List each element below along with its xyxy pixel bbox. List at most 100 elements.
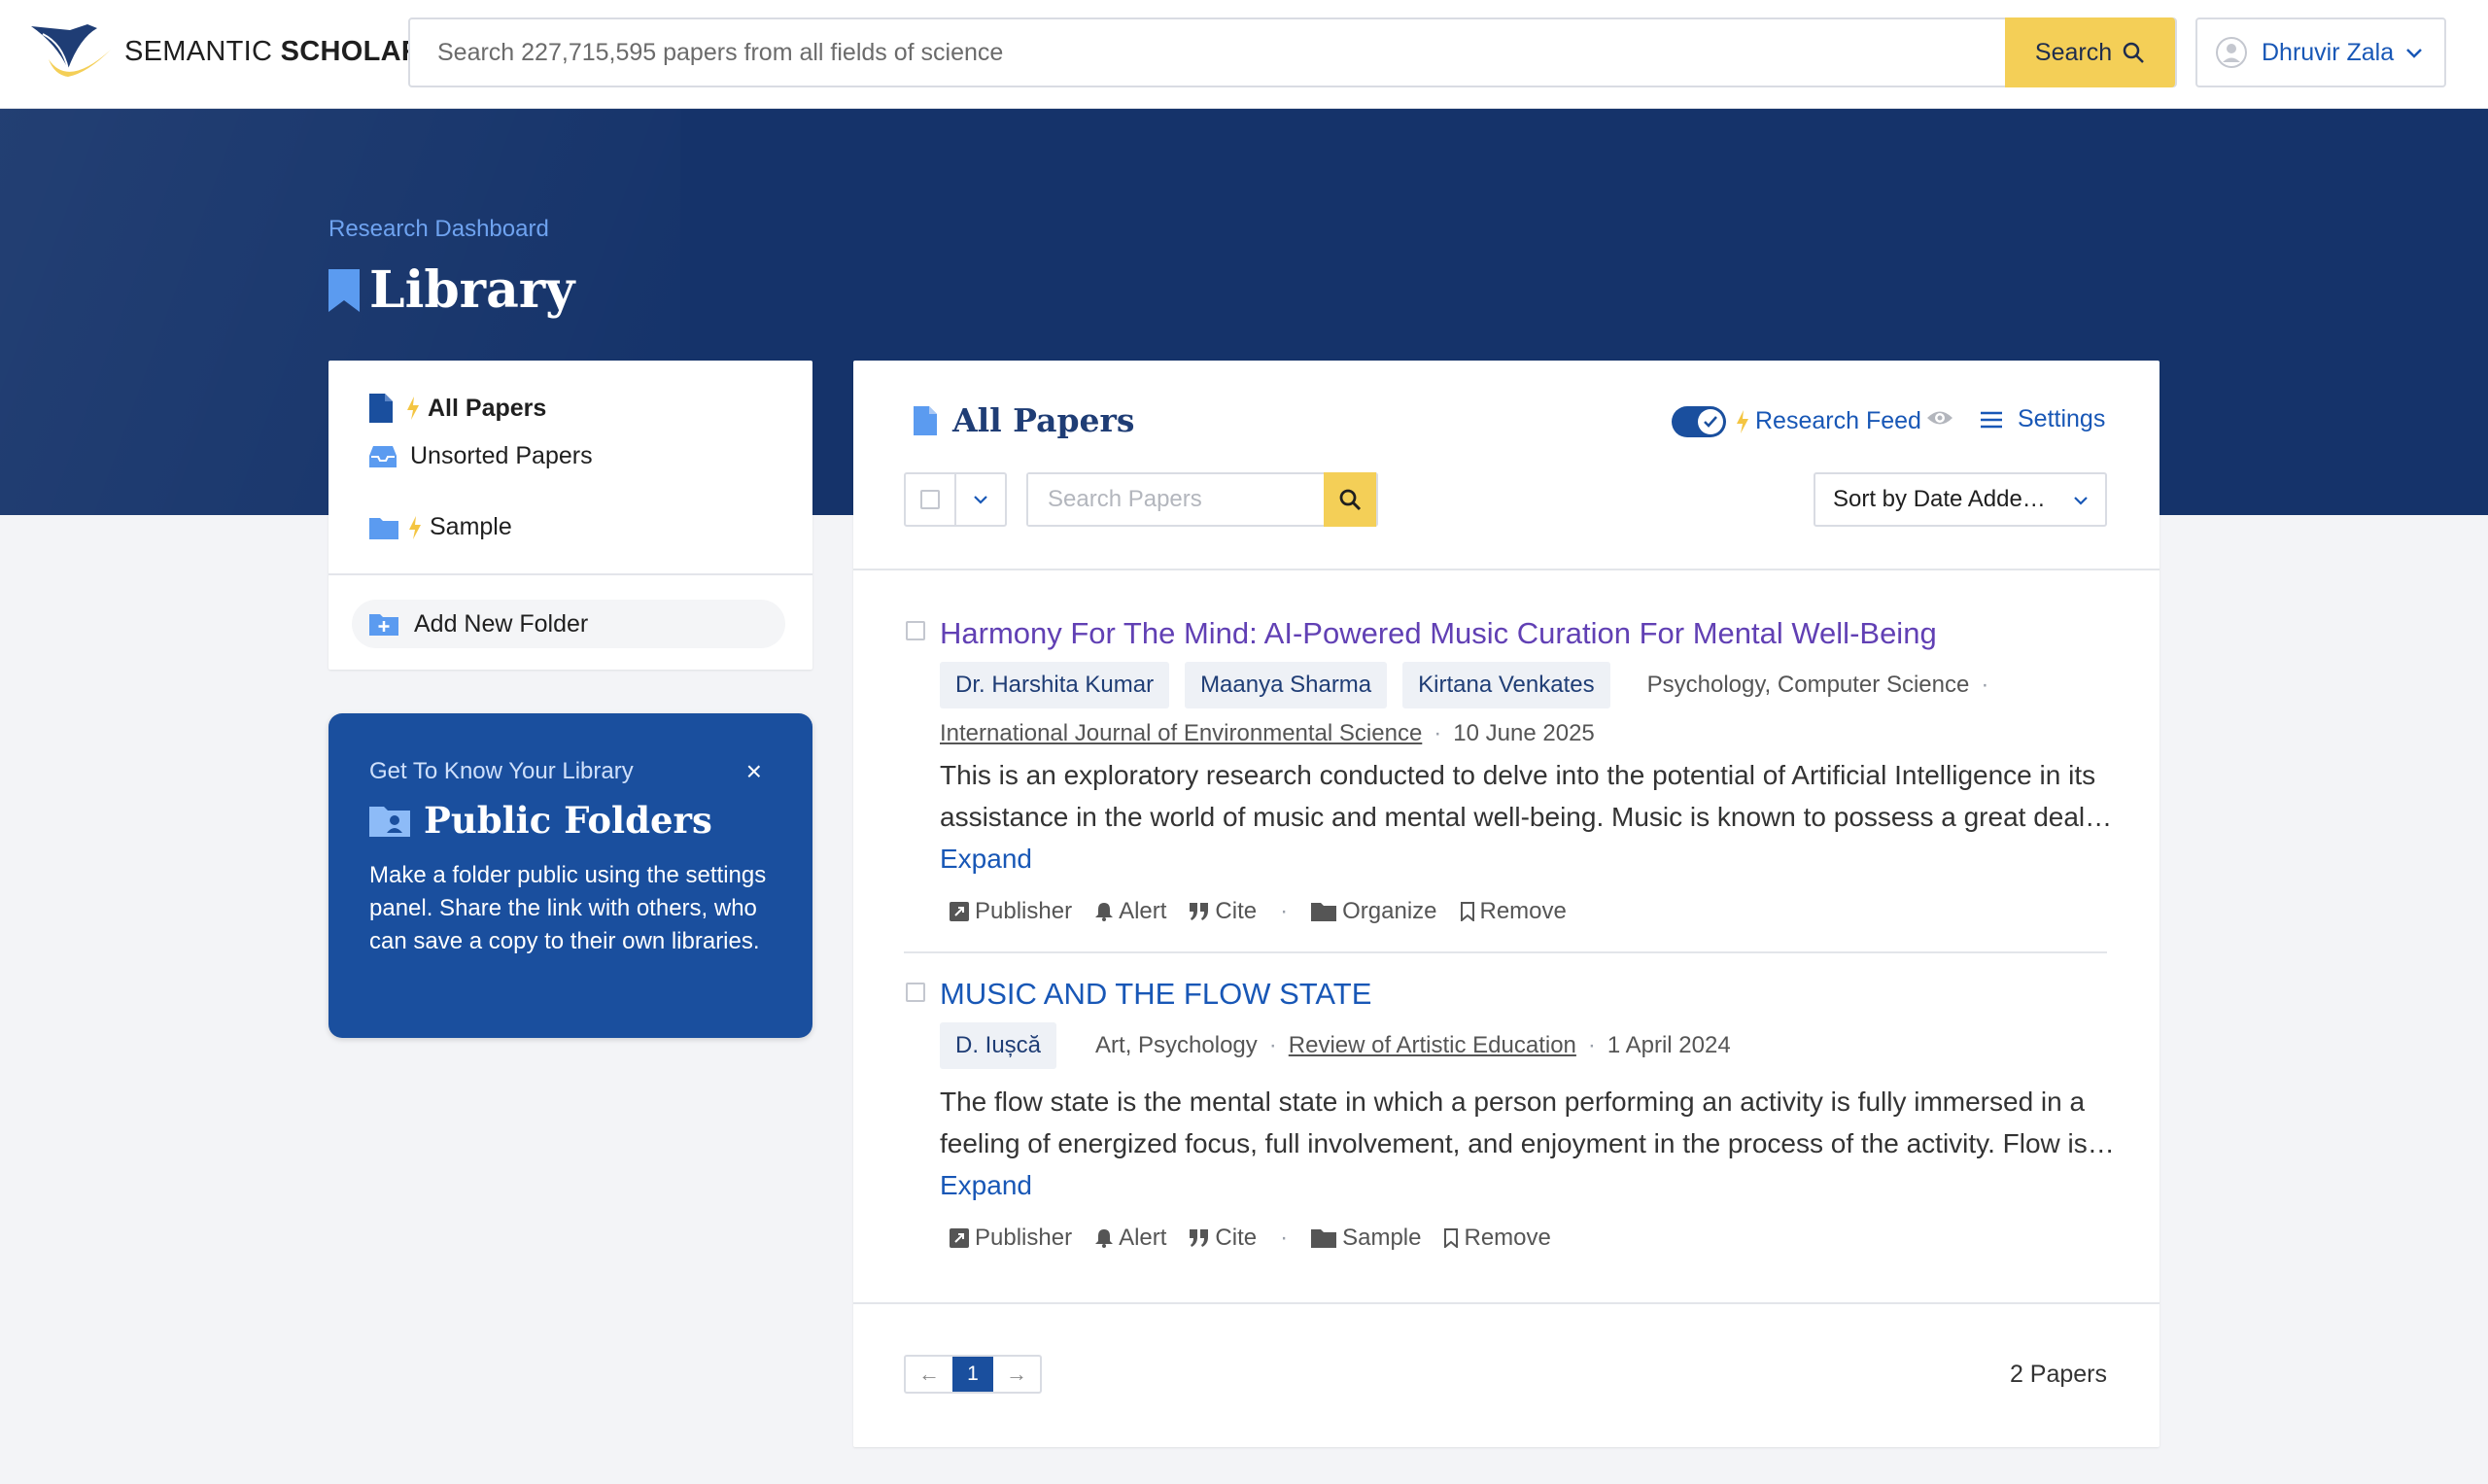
remove-button[interactable]: Remove bbox=[1444, 1225, 1551, 1252]
user-avatar-icon bbox=[2216, 37, 2247, 68]
global-search: Search bbox=[408, 17, 2177, 87]
info-card-kicker: Get To Know Your Library bbox=[369, 758, 634, 784]
quote-icon bbox=[1190, 903, 1209, 920]
divider bbox=[853, 569, 2160, 570]
sidebar-item-label: All Papers bbox=[428, 394, 547, 422]
paper-fields: Psychology, Computer Science bbox=[1646, 672, 1970, 698]
close-icon[interactable]: × bbox=[746, 756, 762, 787]
pagination: ← 1 → bbox=[904, 1355, 1042, 1394]
bell-icon bbox=[1095, 1229, 1114, 1248]
panel-title: All Papers bbox=[952, 401, 1135, 439]
paper-meta: Dr. Harshita Kumar Maanya Sharma Kirtana… bbox=[940, 662, 2000, 708]
chevron-down-icon bbox=[2406, 49, 2422, 58]
folder-icon bbox=[1311, 903, 1337, 921]
separator-dot: · bbox=[1280, 1225, 1289, 1251]
quote-icon bbox=[1190, 1229, 1209, 1247]
folder-plus-icon bbox=[369, 614, 398, 636]
lightning-icon bbox=[409, 515, 421, 539]
bell-icon bbox=[1095, 903, 1114, 921]
paper-search-button[interactable] bbox=[1324, 472, 1376, 527]
research-feed-toggle[interactable] bbox=[1672, 406, 1726, 437]
bulk-select-dropdown[interactable] bbox=[956, 474, 1005, 525]
folder-button[interactable]: Sample bbox=[1311, 1225, 1421, 1252]
paper-title[interactable]: Harmony For The Mind: AI-Powered Music C… bbox=[940, 616, 1937, 651]
alert-button[interactable]: Alert bbox=[1095, 898, 1166, 925]
author-chip[interactable]: D. Iușcă bbox=[940, 1022, 1057, 1069]
remove-label: Remove bbox=[1479, 898, 1567, 924]
paper-actions: Publisher Alert Cite · Organize Remove bbox=[950, 898, 1590, 925]
publisher-label: Publisher bbox=[975, 1225, 1073, 1251]
remove-button[interactable]: Remove bbox=[1460, 898, 1567, 925]
sort-label: Sort by Date Adde… bbox=[1833, 486, 2046, 512]
paper-venue[interactable]: Review of Artistic Education bbox=[1289, 1032, 1576, 1059]
sidebar-item-all-papers[interactable]: All Papers bbox=[369, 394, 546, 423]
sliders-icon bbox=[1981, 411, 2002, 428]
settings-button[interactable]: Settings bbox=[1981, 405, 2105, 433]
publisher-button[interactable]: Publisher bbox=[950, 898, 1072, 925]
eye-icon[interactable] bbox=[1926, 407, 1953, 429]
author-chip[interactable]: Kirtana Venkates bbox=[1402, 662, 1610, 708]
next-page-button[interactable]: → bbox=[993, 1357, 1040, 1392]
library-sidebar: All Papers Unsorted Papers Sample Add Ne… bbox=[328, 361, 812, 670]
paper-count: 2 Papers bbox=[2009, 1361, 2107, 1388]
divider bbox=[904, 951, 2107, 953]
folder-label: Sample bbox=[1342, 1225, 1422, 1251]
panel-heading: All Papers bbox=[914, 401, 1135, 439]
external-link-icon bbox=[950, 902, 969, 921]
sidebar-item-unsorted-papers[interactable]: Unsorted Papers bbox=[369, 442, 593, 470]
search-button[interactable]: Search bbox=[2005, 17, 2175, 87]
author-chip[interactable]: Dr. Harshita Kumar bbox=[940, 662, 1170, 708]
research-feed-label: Research Feed bbox=[1736, 407, 1921, 435]
paper-date: 10 June 2025 bbox=[1453, 720, 1595, 746]
prev-page-button[interactable]: ← bbox=[906, 1357, 952, 1392]
bookmark-remove-icon bbox=[1460, 902, 1474, 921]
paper-venue[interactable]: International Journal of Environmental S… bbox=[940, 720, 1422, 747]
info-card-title: Public Folders bbox=[369, 799, 712, 842]
cite-label: Cite bbox=[1215, 898, 1258, 924]
bulk-select bbox=[904, 472, 1007, 527]
user-name: Dhruvir Zala bbox=[2262, 38, 2395, 66]
expand-link[interactable]: Expand bbox=[940, 1170, 1032, 1200]
search-icon bbox=[1339, 489, 1362, 511]
semantic-scholar-logo[interactable]: SEMANTIC SCHOLAR bbox=[29, 17, 422, 86]
file-icon bbox=[914, 405, 937, 435]
sidebar-item-sample[interactable]: Sample bbox=[369, 513, 512, 541]
inbox-icon bbox=[369, 445, 397, 467]
cite-label: Cite bbox=[1215, 1225, 1258, 1251]
toggle-knob bbox=[1698, 409, 1723, 434]
author-chip[interactable]: Maanya Sharma bbox=[1185, 662, 1388, 708]
organize-button[interactable]: Organize bbox=[1311, 898, 1437, 925]
separator-dot: · bbox=[1268, 1032, 1277, 1058]
paper-title[interactable]: MUSIC AND THE FLOW STATE bbox=[940, 977, 1371, 1012]
add-new-folder-button[interactable]: Add New Folder bbox=[352, 600, 785, 648]
divider bbox=[328, 573, 812, 575]
paper-search-input[interactable] bbox=[1028, 474, 1324, 525]
alert-button[interactable]: Alert bbox=[1095, 1225, 1166, 1252]
select-all-checkbox[interactable] bbox=[906, 474, 956, 525]
cite-button[interactable]: Cite bbox=[1190, 1225, 1257, 1252]
cite-button[interactable]: Cite bbox=[1190, 898, 1257, 925]
paper-abstract: The flow state is the mental state in wh… bbox=[940, 1081, 2121, 1206]
page-title: Library bbox=[328, 260, 574, 320]
paper-abstract: This is an exploratory research conducte… bbox=[940, 754, 2121, 880]
separator-dot: · bbox=[1587, 1032, 1596, 1058]
breadcrumb-research-dashboard[interactable]: Research Dashboard bbox=[328, 216, 549, 243]
search-icon bbox=[2123, 42, 2144, 63]
paper-meta: International Journal of Environmental S… bbox=[940, 720, 1595, 747]
sidebar-item-label: Unsorted Papers bbox=[410, 442, 593, 469]
global-search-input[interactable] bbox=[410, 19, 2009, 86]
folder-icon bbox=[1311, 1229, 1337, 1248]
expand-link[interactable]: Expand bbox=[940, 844, 1032, 874]
paper-checkbox[interactable] bbox=[906, 983, 925, 1002]
publisher-label: Publisher bbox=[975, 898, 1073, 924]
external-link-icon bbox=[950, 1228, 969, 1248]
logo-mark-icon bbox=[31, 24, 111, 77]
user-menu[interactable]: Dhruvir Zala bbox=[2195, 17, 2446, 87]
paper-fields: Art, Psychology bbox=[1095, 1032, 1258, 1058]
chevron-down-icon bbox=[2074, 497, 2088, 505]
page-1-button[interactable]: 1 bbox=[952, 1357, 993, 1392]
logo-text: SEMANTIC SCHOLAR bbox=[124, 35, 423, 67]
sort-select[interactable]: Sort by Date Adde… bbox=[1814, 472, 2107, 527]
paper-checkbox[interactable] bbox=[906, 621, 925, 640]
publisher-button[interactable]: Publisher bbox=[950, 1225, 1072, 1252]
